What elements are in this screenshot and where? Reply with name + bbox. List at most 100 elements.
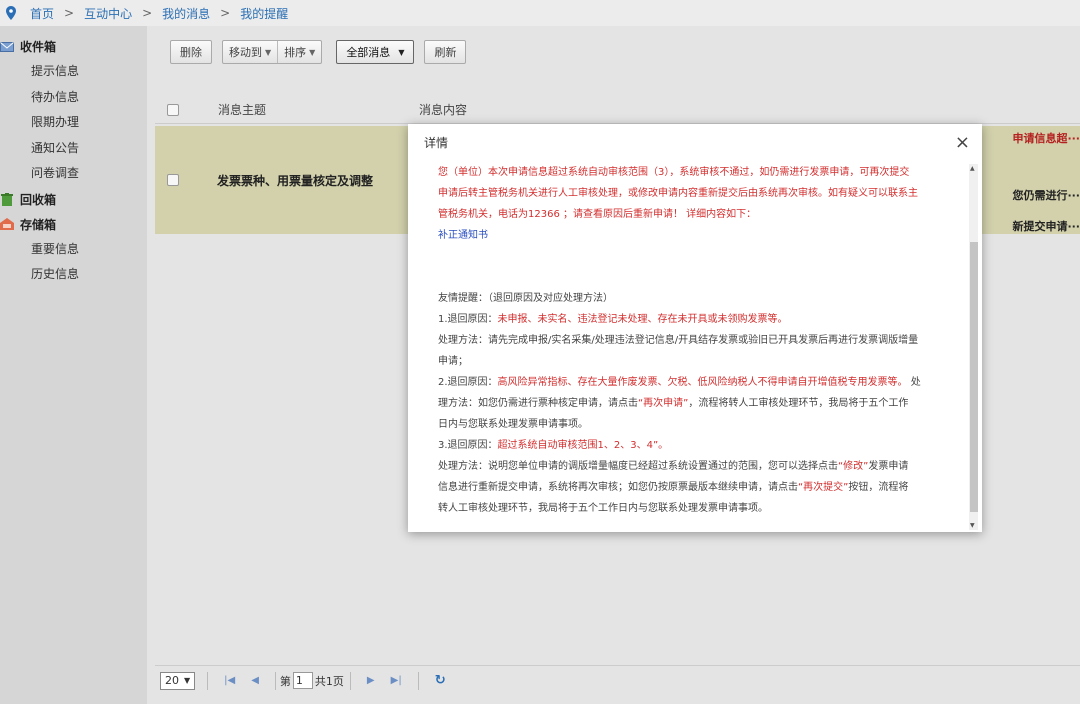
sidebar-item-history[interactable]: 历史信息 — [0, 262, 147, 288]
refresh-icon[interactable]: ↻ — [435, 673, 446, 688]
move-to-button[interactable]: 移动到 ▼ — [223, 41, 279, 63]
breadcrumb-my-reminders[interactable]: 我的提醒 — [240, 5, 288, 22]
trash-icon — [0, 193, 14, 206]
method-text: 理方法：如您仍需进行票种核定申请，请点击 — [438, 398, 638, 409]
notice-line: 管税务机关，电话为12366 ；请查看原因后重新申请！ 详细内容如下： — [438, 209, 757, 220]
all-messages-label: 全部消息 — [346, 46, 391, 59]
divider — [274, 671, 276, 690]
breadcrumb-interact-center[interactable]: 互动中心 — [84, 5, 132, 22]
reason-label: 1.退回原因： — [438, 314, 498, 325]
first-page-icon[interactable]: |◀ — [224, 675, 235, 686]
page-number-input[interactable]: 1 — [292, 672, 313, 689]
chevron-down-icon: ▼ — [184, 676, 191, 685]
sidebar-group-label: 回收箱 — [20, 192, 57, 207]
reason-2: 2.退回原因：高风险异常指标、存在大量作废发票、欠税、低风险纳税人不得申请自开增… — [438, 372, 968, 393]
chevron-down-icon: ▼ — [398, 47, 405, 57]
reason-1: 1.退回原因：未申报、未实名、违法登记未处理、存在未开具或未领购发票等。 — [438, 309, 968, 330]
sort-label: 排序 — [284, 46, 307, 59]
method-text: 信息进行重新提交申请，系统将再次审核；如您仍按原票最版本继续申请，请点击 — [438, 482, 798, 493]
sidebar-item-todo[interactable]: 待办信息 — [0, 85, 147, 111]
sidebar-group-recycle[interactable]: 回收箱 — [0, 187, 147, 212]
sidebar-item-survey[interactable]: 问卷调查 — [0, 161, 147, 187]
sidebar-group-storage[interactable]: 存储箱 — [0, 212, 147, 237]
row-content-fragment: 您仍需进行··· — [1012, 189, 1080, 202]
breadcrumb-bar: 首页 > 互动中心 > 我的消息 > 我的提醒 — [0, 0, 1080, 26]
sidebar-item-important[interactable]: 重要信息 — [0, 237, 147, 263]
previous-page-icon[interactable]: ◀ — [251, 675, 259, 686]
method-line: 转人工审核处理环节，我局将于五个工作日内与您联系处理发票申请事项。 — [438, 503, 768, 514]
reason-3: 3.退回原因：超过系统自动审核范围1、2、3、4”。 — [438, 435, 968, 456]
resubmit-action-text: “再次提交” — [798, 482, 849, 493]
breadcrumb-home[interactable]: 首页 — [30, 5, 54, 22]
location-pin-icon — [6, 6, 16, 20]
row-content-fragment: 新提交申请··· — [1012, 220, 1080, 233]
move-to-label: 移动到 — [229, 46, 262, 59]
method-text: 按钮，流程将 — [848, 482, 909, 493]
divider — [349, 671, 351, 690]
method-line: 日内与您联系处理发票申请事项。 — [438, 419, 588, 430]
scroll-down-icon[interactable]: ▼ — [970, 522, 975, 529]
modal-title: 详情 — [424, 135, 449, 150]
move-sort-button-group: 移动到 ▼ 排序 ▼ — [222, 40, 323, 64]
sidebar-item-tips[interactable]: 提示信息 — [0, 59, 147, 85]
tip-heading: 友情提醒：（退回原因及对应处理方法） — [438, 293, 613, 304]
method-text: 发票申请 — [868, 461, 909, 472]
column-header-content: 消息内容 — [419, 103, 468, 117]
modal-body: 您（单位）本次申请信息超过系统自动审核范围（3），系统审核不通过，如仍需进行发票… — [438, 162, 968, 528]
correction-notice-link[interactable]: 补正通知书 — [438, 225, 968, 246]
all-messages-dropdown[interactable]: 全部消息 ▼ — [336, 40, 415, 64]
breadcrumb-my-messages[interactable]: 我的消息 — [162, 5, 210, 22]
sidebar-group-label: 收件箱 — [20, 40, 57, 54]
reason-text: 超过系统自动审核范围1、2、3、4”。 — [497, 440, 669, 451]
page-prefix-label: 第 — [279, 674, 291, 688]
reason-label: 2.退回原因： — [438, 377, 498, 388]
divider — [207, 671, 209, 690]
toolbar: 删除 移动到 ▼ 排序 ▼ 全部消息 ▼ 刷新 — [147, 26, 1080, 78]
close-icon[interactable]: × — [955, 132, 970, 153]
reason-text: 高风险异常指标、存在大量作废发票、欠税、低风险纳税人不得申请自开增值税专用发票等… — [497, 377, 908, 388]
modal-scrollbar[interactable]: ▲ ▼ — [969, 164, 978, 530]
table-header: 消息主题 消息内容 — [155, 96, 1080, 124]
breadcrumb-separator: > — [220, 6, 231, 20]
row-subject[interactable]: 发票票种、用票量核定及调整 — [217, 172, 373, 189]
sidebar: 收件箱 提示信息 待办信息 限期办理 通知公告 问卷调查 回收箱 存储箱 重要信… — [0, 26, 147, 704]
modify-action-text: “修改” — [838, 461, 869, 472]
page-size-value: 20 — [165, 674, 179, 687]
reason-text: 未申报、未实名、违法登记未处理、存在未开具或未领购发票等。 — [497, 314, 788, 325]
modal-header: 详情 × — [408, 124, 982, 160]
reason-label: 3.退回原因： — [438, 440, 498, 451]
sidebar-group-inbox[interactable]: 收件箱 — [0, 34, 147, 59]
method-line: 申请； — [438, 356, 468, 367]
method-line: 信息进行重新提交申请，系统将再次审核；如您仍按原票最版本继续申请，请点击“再次提… — [438, 477, 968, 498]
column-header-subject: 消息主题 — [218, 103, 267, 117]
divider — [417, 671, 419, 690]
select-all-checkbox[interactable] — [167, 103, 179, 116]
next-page-icon[interactable]: ▶ — [367, 675, 375, 686]
envelope-icon — [0, 41, 14, 53]
reason-tail: 处 — [907, 377, 921, 388]
row-checkbox[interactable] — [167, 174, 179, 186]
total-pages-label: 共1页 — [314, 674, 344, 688]
sidebar-item-deadline[interactable]: 限期办理 — [0, 110, 147, 136]
reapply-action-text: “再次申请” — [638, 398, 689, 409]
details-modal: 详情 × 您（单位）本次申请信息超过系统自动审核范围（3），系统审核不通过，如仍… — [408, 124, 982, 532]
storage-box-icon — [0, 218, 14, 230]
delete-button[interactable]: 删除 — [170, 40, 212, 64]
method-text: ，流程将转人工审核处理环节，我局将于五个工作 — [688, 398, 909, 409]
method-line: 理方法：如您仍需进行票种核定申请，请点击“再次申请”，流程将转人工审核处理环节，… — [438, 393, 968, 414]
sort-button[interactable]: 排序 ▼ — [278, 41, 321, 63]
breadcrumb-separator: > — [64, 6, 75, 20]
page-size-select[interactable]: 20 ▼ — [160, 671, 196, 690]
notice-line: 申请后转主管税务机关进行人工审核处理，或修改申请内容重新提交后由系统再次审核。如… — [438, 188, 918, 199]
breadcrumb-separator: > — [142, 6, 153, 20]
sidebar-item-notice[interactable]: 通知公告 — [0, 136, 147, 162]
scroll-up-icon[interactable]: ▲ — [970, 165, 975, 172]
last-page-icon[interactable]: ▶| — [391, 675, 402, 686]
method-text: 处理方法：说明您单位申请的调版增量幅度已经超过系统设置通过的范围，您可以选择点击 — [438, 461, 838, 472]
refresh-button[interactable]: 刷新 — [424, 40, 467, 64]
scrollbar-thumb[interactable] — [970, 242, 978, 512]
row-content-fragment: 申请信息超··· — [1012, 132, 1080, 145]
method-line: 处理方法：说明您单位申请的调版增量幅度已经超过系统设置通过的范围，您可以选择点击… — [438, 456, 968, 477]
method-line: 处理方法：请先完成申报/实名采集/处理违法登记信息/开具结存发票或验旧已开具发票… — [438, 335, 919, 346]
